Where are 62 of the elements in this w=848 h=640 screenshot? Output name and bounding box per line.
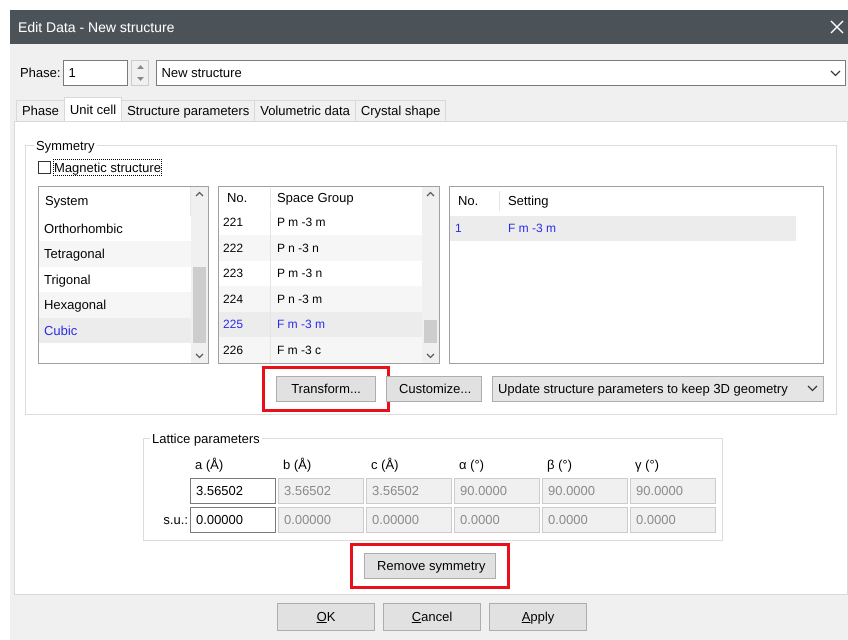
table-cell-text: P n -3 m [276, 290, 322, 308]
table-cell-text: F m -3 m [276, 316, 325, 334]
scroll-down-icon[interactable] [195, 352, 204, 358]
column-header: Setting [507, 192, 548, 210]
table-row[interactable]: 223 P m -3 n [219, 260, 422, 286]
group-title: Lattice parameters [151, 430, 261, 448]
scrollbar[interactable] [422, 186, 439, 362]
action-button[interactable]: Customize... [386, 376, 482, 402]
table-cell-text: P n -3 n [276, 240, 319, 257]
checkbox-label[interactable]: Magnetic structure [53, 159, 162, 176]
scroll-down-icon[interactable] [426, 352, 435, 358]
column-label: γ (°) [634, 456, 660, 474]
column-label: b (Å) [282, 456, 312, 474]
table-row[interactable]: 226 F m -3 c [219, 337, 422, 362]
column-label: a (Å) [194, 456, 224, 474]
table-cell-text: F m -3 m [507, 220, 556, 238]
table-cell: 226 [219, 337, 271, 362]
action-button[interactable]: Transform... [276, 376, 376, 402]
list-item[interactable]: Cubic [39, 318, 191, 343]
table-row[interactable]: 224 P n -3 m [219, 286, 422, 312]
tab[interactable]: Unit cell [64, 97, 122, 121]
column-label: α (°) [458, 456, 485, 474]
window-title: Edit Data - New structure [18, 18, 174, 36]
list-item[interactable]: Hexagonal [39, 292, 191, 318]
table-row[interactable]: 225 F m -3 m [219, 312, 422, 337]
column-header: Space Group [276, 189, 354, 208]
table-cell-text: F m -3 c [276, 342, 321, 359]
tab[interactable]: Phase [16, 100, 65, 121]
tab[interactable]: Structure parameters [121, 100, 256, 121]
phase-spinbox[interactable]: 1 [63, 60, 128, 86]
scroll-up-icon[interactable] [426, 190, 435, 196]
phase-label: Phase: [20, 64, 60, 82]
column-label: c (Å) [370, 456, 400, 474]
table-cell-text: 1 [454, 220, 463, 238]
table-cell-text: P m -3 n [276, 265, 322, 282]
dialog-button[interactable]: OK [277, 603, 375, 631]
chevron-down-icon [830, 70, 841, 76]
chevron-down-icon [807, 385, 818, 392]
scroll-up-icon[interactable] [195, 190, 204, 196]
row-label: s.u.: [163, 510, 188, 529]
scroll-thumb[interactable] [424, 320, 437, 342]
scroll-thumb[interactable] [193, 266, 206, 342]
dialog-button[interactable]: Apply [489, 603, 587, 631]
list-item[interactable]: Tetragonal [39, 241, 191, 266]
structure-dropdown[interactable]: New structure [156, 60, 846, 86]
table-cell-text: P m -3 m [276, 214, 326, 232]
table-row[interactable]: 222 P n -3 n [219, 235, 422, 260]
checkbox[interactable] [38, 161, 51, 174]
tab[interactable]: Crystal shape [354, 100, 446, 121]
value-field[interactable]: 3.56502 [190, 478, 276, 504]
column-header: No. [450, 191, 500, 211]
scrollbar[interactable] [191, 186, 208, 362]
action-button[interactable]: Remove symmetry [364, 553, 496, 579]
dialog-button[interactable]: Cancel [383, 603, 481, 631]
table-row[interactable]: 1 F m -3 m [450, 216, 796, 241]
close-icon[interactable] [830, 20, 844, 34]
update-mode-dropdown[interactable]: Update structure parameters to keep 3D geometry [492, 376, 824, 402]
group-title: Symmetry [35, 137, 96, 155]
column-header: No. [219, 188, 271, 208]
column-label: β (°) [546, 456, 573, 474]
spin-buttons[interactable] [131, 60, 150, 86]
value-field[interactable]: 0.00000 [190, 506, 276, 532]
